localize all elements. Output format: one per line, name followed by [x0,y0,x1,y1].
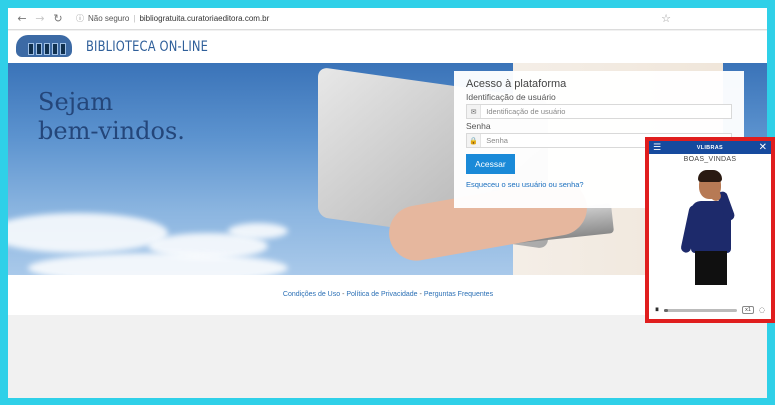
url-text[interactable]: bibliogratuita.curatoriaeditora.com.br [139,14,269,23]
lock-icon: 🔒 [467,134,482,147]
forward-icon[interactable]: → [34,12,46,25]
logo-icon[interactable] [16,35,72,57]
vlibras-title: VLIBRAS [696,144,723,151]
pause-icon[interactable]: ⏸ [655,305,659,315]
envelope-icon: ✉ [467,105,482,118]
close-icon[interactable]: ✕ [759,142,767,153]
sign-language-avatar [649,163,771,285]
site-header: BIBLIOTECA ON-LINE [8,31,767,63]
login-title: Acesso à plataforma [466,78,567,90]
frame-notch [0,0,230,8]
progress-slider[interactable] [664,308,738,312]
url-separator: | [133,14,136,23]
bookmark-star-icon[interactable]: ☆ [661,12,671,25]
terms-link[interactable]: Condições de Uso [283,291,340,298]
vlibras-widget: ☰ VLIBRAS ✕ BOAS_VINDAS ⏸ x1 ◌ [645,137,775,323]
speed-button[interactable]: x1 [742,306,754,314]
password-label: Senha [466,121,491,131]
username-input[interactable] [481,107,731,116]
access-button[interactable]: Acessar [466,154,515,174]
reload-icon[interactable]: ↻ [52,12,64,25]
privacy-link[interactable]: Política de Privacidade [346,291,417,298]
menu-icon[interactable]: ☰ [653,143,661,153]
vlibras-header: ☰ VLIBRAS ✕ [649,141,771,154]
welcome-heading: Sejam bem-vindos. [38,88,185,145]
logo-text[interactable]: BIBLIOTECA ON-LINE [86,39,208,55]
username-field[interactable]: ✉ [466,104,732,119]
address-bar: ← → ↻ ⓘ Não seguro | bibliogratuita.cura… [8,8,767,30]
progress-fill [664,308,668,312]
logo-books [18,43,66,57]
vlibras-controls: ⏸ x1 ◌ [649,301,771,319]
faq-link[interactable]: Perguntas Frequentes [424,291,493,298]
back-icon[interactable]: ← [16,12,28,25]
subtitle-icon[interactable]: ◌ [759,306,765,314]
vlibras-gloss: BOAS_VINDAS [683,156,737,163]
info-icon[interactable]: ⓘ [76,13,84,24]
security-label: Não seguro [88,14,130,23]
username-label: Identificação de usuário [466,92,556,102]
url-box[interactable]: ⓘ Não seguro | bibliogratuita.curatoriae… [76,13,269,24]
